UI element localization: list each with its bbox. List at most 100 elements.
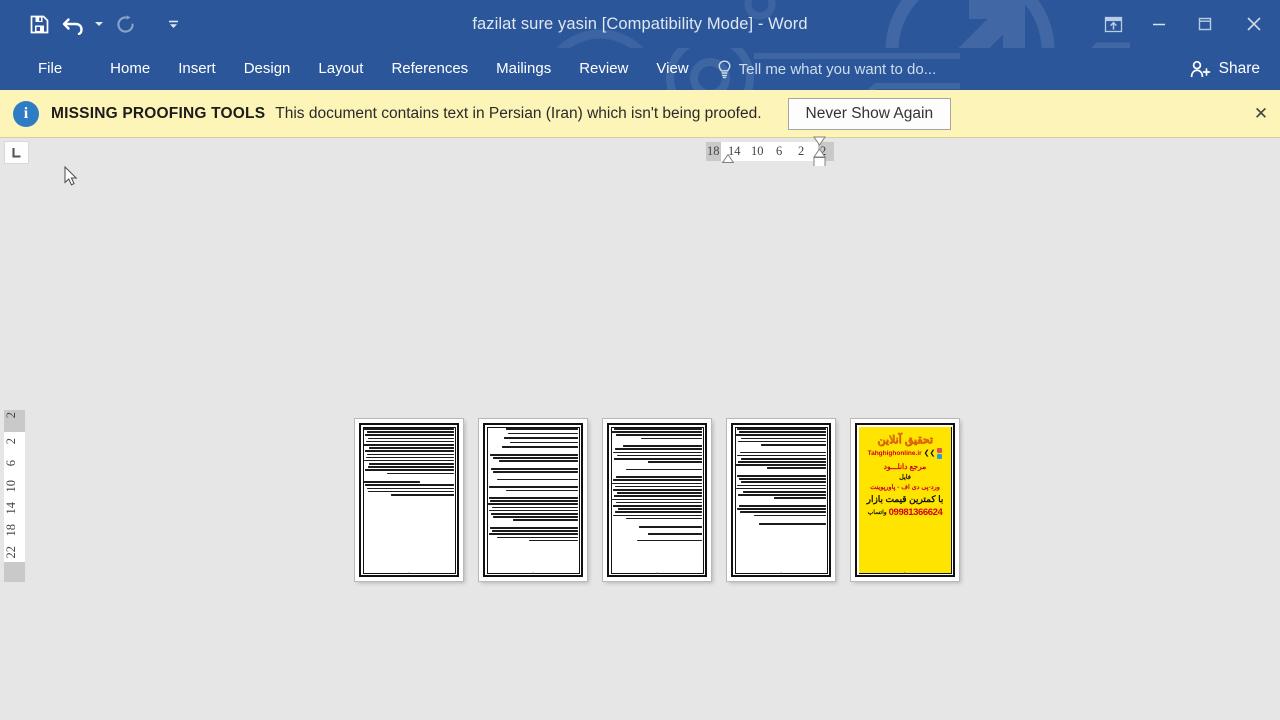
paragraph xyxy=(736,451,826,470)
vruler-tick-14: 14 xyxy=(4,502,18,515)
ad-website-url: Tahghighonline.ir xyxy=(867,450,922,457)
hruler-tick-18: 18 xyxy=(707,144,720,158)
window-controls xyxy=(1090,0,1280,48)
paragraph xyxy=(488,497,578,521)
paragraph xyxy=(612,445,702,463)
page-text-block xyxy=(736,428,826,567)
vruler-tick-6: 6 xyxy=(4,460,18,467)
paragraph xyxy=(612,428,702,440)
ad-line-1: مرجع دانلـــود xyxy=(883,462,927,471)
paragraph xyxy=(488,486,578,492)
document-page[interactable]: 3 xyxy=(603,419,711,581)
tab-view[interactable]: View xyxy=(642,48,702,90)
paragraph xyxy=(488,467,578,473)
document-page[interactable]: 1 xyxy=(355,419,463,581)
paragraph xyxy=(488,527,578,542)
page-number: 5 xyxy=(904,571,906,575)
titlebar-decoration-lines xyxy=(556,0,776,48)
share-person-icon xyxy=(1190,60,1210,77)
page-number: 2 xyxy=(532,571,534,575)
ribbon-display-options-icon[interactable] xyxy=(1090,0,1136,48)
ad-whatsapp-label: واتساپ xyxy=(867,510,887,516)
save-icon[interactable] xyxy=(22,7,56,41)
paragraph xyxy=(364,481,454,496)
right-indent-marker[interactable] xyxy=(813,136,826,168)
paragraph xyxy=(612,539,702,542)
left-tab-stop-icon xyxy=(12,148,21,158)
ad-phone-number: 09981366624 xyxy=(888,507,943,518)
page-number: 3 xyxy=(656,571,658,575)
ad-phone-row: 09981366624 واتساپ xyxy=(868,507,943,518)
paragraph xyxy=(488,432,578,435)
page-text-block xyxy=(488,428,578,567)
tab-references[interactable]: References xyxy=(377,48,482,90)
message-bar-title: MISSING PROOFING TOOLS xyxy=(51,104,266,122)
ad-line-4: با کمترین قیمت بازار xyxy=(866,494,944,504)
paragraph xyxy=(488,428,578,430)
arrow-left-icon: ❮❮ xyxy=(923,450,936,457)
page-text-block xyxy=(612,428,702,567)
paragraph xyxy=(736,523,826,525)
paragraph xyxy=(364,428,454,475)
undo-icon[interactable] xyxy=(56,7,90,41)
redo-icon[interactable] xyxy=(108,7,142,41)
minimize-icon[interactable] xyxy=(1136,0,1182,48)
ribbon-tab-bar: File Home Insert Design Layout Reference… xyxy=(0,48,1280,90)
vertical-ruler-ticks: 2 2 6 10 14 18 22 xyxy=(4,410,25,582)
paragraph xyxy=(612,476,702,520)
vruler-tick-18: 18 xyxy=(4,524,18,537)
tab-design[interactable]: Design xyxy=(230,48,305,90)
undo-dropdown-chevron-down-icon[interactable] xyxy=(90,7,108,41)
tab-layout[interactable]: Layout xyxy=(304,48,377,90)
paragraph xyxy=(612,532,702,535)
ad-line-2: فایل xyxy=(899,474,911,481)
tab-home[interactable]: Home xyxy=(96,48,164,90)
close-icon[interactable] xyxy=(1228,0,1280,48)
tab-insert[interactable]: Insert xyxy=(164,48,230,90)
customize-quick-access-toolbar-chevron-down-icon[interactable] xyxy=(164,7,182,41)
document-page[interactable]: 2 xyxy=(479,419,587,581)
tell-me-placeholder: Tell me what you want to do... xyxy=(738,60,937,78)
missing-proofing-tools-bar: i MISSING PROOFING TOOLS This document c… xyxy=(0,90,1280,138)
paragraph xyxy=(736,475,826,499)
paragraph xyxy=(488,446,578,448)
vruler-tick-2: 2 xyxy=(4,438,18,445)
vertical-ruler[interactable]: 2 2 6 10 14 18 22 xyxy=(4,410,25,582)
share-button[interactable]: Share xyxy=(1184,48,1266,90)
document-page[interactable]: 4 xyxy=(727,419,835,581)
first-line-indent-marker[interactable] xyxy=(722,154,734,163)
chevron-down-icon xyxy=(168,20,178,28)
tab-review[interactable]: Review xyxy=(565,48,642,90)
page-number: 4 xyxy=(780,571,782,575)
paragraph xyxy=(488,478,578,481)
tab-stop-selector-button[interactable] xyxy=(4,141,29,164)
quick-access-toolbar xyxy=(22,0,182,48)
vruler-tick-22: 22 xyxy=(4,546,18,559)
vruler-tick-10: 10 xyxy=(4,480,18,493)
tell-me-search[interactable]: Tell me what you want to do... xyxy=(717,48,937,90)
ad-headline: تحقیق آنلاین xyxy=(877,434,933,446)
never-show-again-button[interactable]: Never Show Again xyxy=(787,97,952,130)
message-bar-close-icon[interactable]: ✕ xyxy=(1248,101,1274,127)
word-window: fazilat sure yasin [Compatibility Mode] … xyxy=(0,0,1280,720)
lightbulb-icon xyxy=(718,59,731,78)
paragraph xyxy=(488,437,578,439)
info-icon: i xyxy=(13,100,39,127)
paragraph xyxy=(488,441,578,444)
horizontal-ruler-row: 18 14 10 6 2 2 xyxy=(0,136,1280,167)
document-page-advertisement[interactable]: تحقیق آنلاین Tahghighonline.ir ❮❮ مرجع د… xyxy=(851,419,959,581)
hruler-tick-6: 6 xyxy=(776,144,783,158)
ad-line-3: ورد-پی دی اف - پاورپوینت xyxy=(870,484,940,491)
page-thumbnails: 1 2 3 4 تحقیق آنلاین Tahghighonline.ir ❮… xyxy=(355,419,959,581)
paragraph xyxy=(612,468,702,471)
titlebar-decoration-arrow xyxy=(885,0,1130,48)
title-bar: fazilat sure yasin [Compatibility Mode] … xyxy=(0,0,1280,48)
maximize-icon[interactable] xyxy=(1182,0,1228,48)
ad-url-row: Tahghighonline.ir ❮❮ xyxy=(868,448,943,459)
document-workspace[interactable]: 2 2 6 10 14 18 22 1 2 3 4 تحقیق آنلاین T… xyxy=(0,166,1280,720)
vruler-top-tick: 2 xyxy=(4,412,18,419)
tab-file[interactable]: File xyxy=(24,48,76,90)
horizontal-ruler[interactable]: 18 14 10 6 2 2 xyxy=(706,136,834,167)
hruler-tick-10: 10 xyxy=(751,144,764,158)
tab-mailings[interactable]: Mailings xyxy=(482,48,565,90)
